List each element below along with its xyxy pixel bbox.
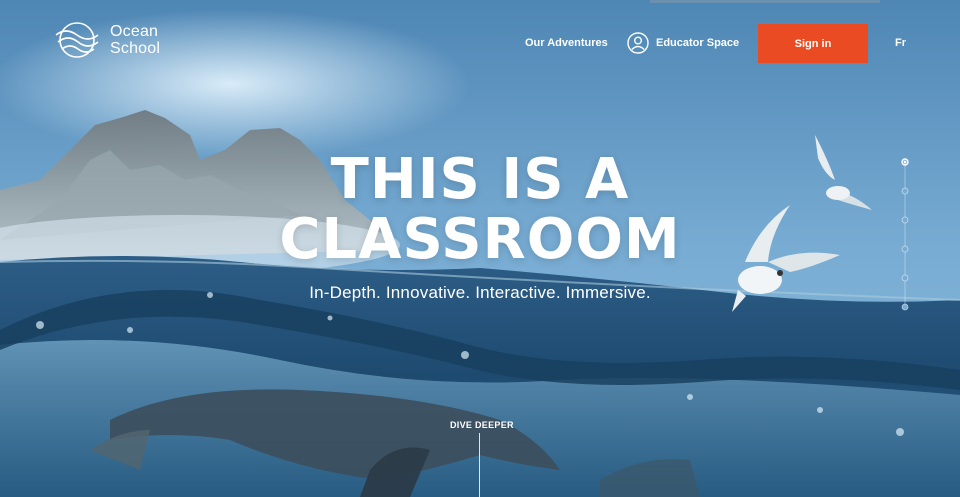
dive-deeper-line	[479, 433, 480, 497]
section-pager	[901, 158, 909, 311]
brand-line-1: Ocean	[110, 23, 159, 40]
pager-dot-active-center	[903, 160, 907, 164]
nav-educator-space[interactable]: Educator Space	[627, 32, 739, 54]
hero-title-line-2: CLASSROOM	[279, 207, 681, 272]
language-switch-fr[interactable]: Fr	[895, 37, 906, 49]
hero-tagline: In-Depth. Innovative. Interactive. Immer…	[309, 283, 651, 302]
nav-our-adventures[interactable]: Our Adventures	[525, 37, 608, 49]
pager-dot[interactable]	[901, 187, 909, 195]
brand-logo-link[interactable]: Ocean School	[52, 21, 160, 59]
dive-deeper-link[interactable]: DIVE DEEPER	[450, 420, 514, 430]
pager-dot[interactable]	[901, 216, 909, 224]
hero-title-line-1: THIS IS A	[330, 147, 630, 212]
user-circle-icon	[627, 32, 649, 54]
site-header: Ocean School Our Adventures Educator Spa…	[0, 0, 960, 90]
educator-space-label: Educator Space	[656, 37, 740, 49]
pager-dot[interactable]	[901, 303, 909, 311]
ocean-school-logo-icon	[55, 22, 99, 58]
pager-dot[interactable]	[901, 274, 909, 282]
brand-line-2: School	[110, 40, 161, 57]
sign-in-button[interactable]: Sign in	[758, 24, 868, 63]
brand-wordmark: Ocean School	[110, 23, 160, 57]
pager-dot[interactable]	[901, 245, 909, 253]
hero-title: THIS IS A CLASSROOM	[0, 150, 960, 270]
